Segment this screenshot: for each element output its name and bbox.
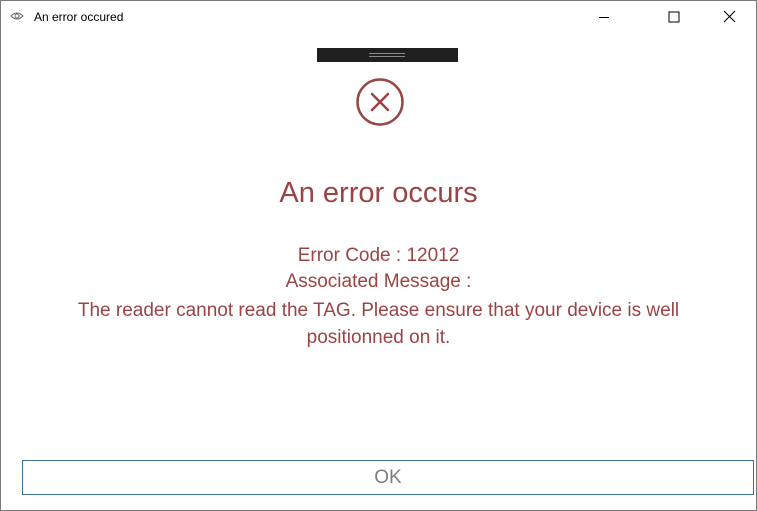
error-dialog-window: An error occured An error occurs Error C… bbox=[0, 0, 757, 511]
close-icon bbox=[723, 10, 735, 23]
error-code-text: Error Code : 12012 bbox=[297, 245, 460, 266]
minimize-icon bbox=[599, 16, 609, 18]
maximize-button[interactable] bbox=[651, 1, 697, 32]
maximize-icon bbox=[668, 11, 680, 22]
grip-line bbox=[369, 56, 405, 57]
minimize-button[interactable] bbox=[581, 1, 627, 32]
window-title: An error occured bbox=[34, 10, 124, 24]
drag-handle[interactable] bbox=[317, 48, 458, 62]
app-icon bbox=[9, 8, 25, 24]
title-bar[interactable]: An error occured bbox=[1, 1, 756, 32]
close-button[interactable] bbox=[706, 1, 752, 32]
error-message-line-2: positionned on it. bbox=[306, 327, 451, 348]
associated-message-label: Associated Message : bbox=[285, 271, 472, 292]
grip-line bbox=[369, 53, 405, 54]
error-circle-x-icon bbox=[355, 77, 405, 127]
error-heading: An error occurs bbox=[279, 177, 478, 209]
ok-button[interactable]: OK bbox=[22, 460, 754, 495]
ok-button-label: OK bbox=[374, 466, 402, 488]
error-message-line-1: The reader cannot read the TAG. Please e… bbox=[77, 300, 680, 321]
